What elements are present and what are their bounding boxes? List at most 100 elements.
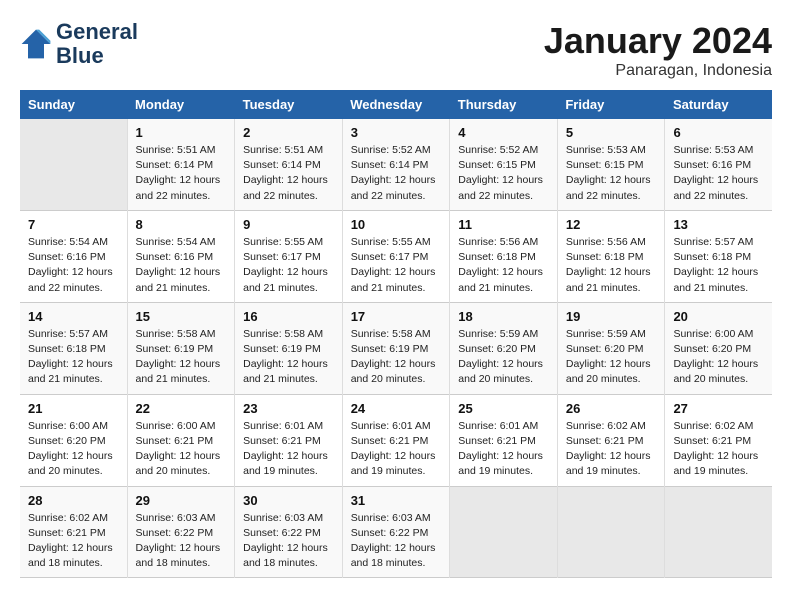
day-number: 11 <box>458 217 549 232</box>
day-cell: 10Sunrise: 5:55 AMSunset: 6:17 PMDayligh… <box>342 210 450 302</box>
week-row-3: 14Sunrise: 5:57 AMSunset: 6:18 PMDayligh… <box>20 302 772 394</box>
day-info: Sunrise: 5:51 AMSunset: 6:14 PMDaylight:… <box>243 143 334 204</box>
day-info: Sunrise: 5:52 AMSunset: 6:14 PMDaylight:… <box>351 143 442 204</box>
day-number: 6 <box>673 125 764 140</box>
day-number: 31 <box>351 493 442 508</box>
day-cell: 20 Sunrise: 6:00 AMSunset: 6:20 PMDayligh… <box>665 302 772 394</box>
day-cell <box>665 486 772 578</box>
day-cell: 6 Sunrise: 5:53 AMSunset: 6:16 PMDaylight… <box>665 119 772 210</box>
day-info: Sunrise: 6:02 AMSunset: 6:21 PMDaylight:… <box>673 419 764 480</box>
week-row-2: 7 Sunrise: 5:54 AMSunset: 6:16 PMDaylight… <box>20 210 772 302</box>
day-cell <box>557 486 665 578</box>
day-cell: 23 Sunrise: 6:01 AMSunset: 6:21 PMDayligh… <box>235 394 343 486</box>
day-cell: 16Sunrise: 5:58 AMSunset: 6:19 PMDayligh… <box>235 302 343 394</box>
day-number: 13 <box>673 217 764 232</box>
header-friday: Friday <box>557 90 665 119</box>
day-cell: 25 Sunrise: 6:01 AMSunset: 6:21 PMDayligh… <box>450 394 558 486</box>
day-info: Sunrise: 5:54 AMSunset: 6:16 PMDaylight:… <box>136 235 227 296</box>
day-info: Sunrise: 6:01 AMSunset: 6:21 PMDaylight:… <box>458 419 549 480</box>
title-block: January 2024 Panaragan, Indonesia <box>544 20 772 80</box>
day-info: Sunrise: 5:53 AMSunset: 6:16 PMDaylight:… <box>673 143 764 204</box>
day-number: 12 <box>566 217 657 232</box>
day-info: Sunrise: 5:54 AMSunset: 6:16 PMDaylight:… <box>28 235 119 296</box>
day-number: 8 <box>136 217 227 232</box>
day-info: Sunrise: 6:03 AMSunset: 6:22 PMDaylight:… <box>351 511 442 572</box>
day-number: 29 <box>136 493 227 508</box>
day-cell <box>450 486 558 578</box>
week-row-4: 21 Sunrise: 6:00 AMSunset: 6:20 PMDayligh… <box>20 394 772 486</box>
day-number: 24 <box>351 401 442 416</box>
day-number: 25 <box>458 401 549 416</box>
day-info: Sunrise: 5:59 AMSunset: 6:20 PMDaylight:… <box>458 327 549 388</box>
day-cell: 30 Sunrise: 6:03 AMSunset: 6:22 PMDayligh… <box>235 486 343 578</box>
logo-text: General Blue <box>56 20 138 68</box>
day-number: 3 <box>351 125 442 140</box>
day-number: 23 <box>243 401 334 416</box>
day-info: Sunrise: 5:56 AMSunset: 6:18 PMDaylight:… <box>566 235 657 296</box>
day-number: 15 <box>136 309 227 324</box>
day-info: Sunrise: 5:58 AMSunset: 6:19 PMDaylight:… <box>243 327 334 388</box>
day-info: Sunrise: 5:53 AMSunset: 6:15 PMDaylight:… <box>566 143 657 204</box>
week-row-1: 1Sunrise: 5:51 AMSunset: 6:14 PMDaylight… <box>20 119 772 210</box>
day-cell: 11 Sunrise: 5:56 AMSunset: 6:18 PMDayligh… <box>450 210 558 302</box>
day-info: Sunrise: 6:02 AMSunset: 6:21 PMDaylight:… <box>566 419 657 480</box>
day-info: Sunrise: 6:03 AMSunset: 6:22 PMDaylight:… <box>136 511 227 572</box>
day-cell: 26 Sunrise: 6:02 AMSunset: 6:21 PMDayligh… <box>557 394 665 486</box>
header-sunday: Sunday <box>20 90 127 119</box>
day-number: 2 <box>243 125 334 140</box>
day-info: Sunrise: 6:00 AMSunset: 6:20 PMDaylight:… <box>28 419 119 480</box>
day-cell: 17 Sunrise: 5:58 AMSunset: 6:19 PMDayligh… <box>342 302 450 394</box>
day-info: Sunrise: 5:55 AMSunset: 6:17 PMDaylight:… <box>351 235 442 296</box>
header-saturday: Saturday <box>665 90 772 119</box>
day-cell: 13Sunrise: 5:57 AMSunset: 6:18 PMDayligh… <box>665 210 772 302</box>
day-cell: 12 Sunrise: 5:56 AMSunset: 6:18 PMDayligh… <box>557 210 665 302</box>
day-number: 22 <box>136 401 227 416</box>
day-info: Sunrise: 6:02 AMSunset: 6:21 PMDaylight:… <box>28 511 119 572</box>
day-cell: 5 Sunrise: 5:53 AMSunset: 6:15 PMDaylight… <box>557 119 665 210</box>
day-info: Sunrise: 6:00 AMSunset: 6:20 PMDaylight:… <box>673 327 764 388</box>
day-cell: 3 Sunrise: 5:52 AMSunset: 6:14 PMDaylight… <box>342 119 450 210</box>
header-wednesday: Wednesday <box>342 90 450 119</box>
day-cell: 14Sunrise: 5:57 AMSunset: 6:18 PMDayligh… <box>20 302 127 394</box>
day-cell: 15 Sunrise: 5:58 AMSunset: 6:19 PMDayligh… <box>127 302 235 394</box>
day-cell: 8 Sunrise: 5:54 AMSunset: 6:16 PMDaylight… <box>127 210 235 302</box>
day-number: 20 <box>673 309 764 324</box>
day-info: Sunrise: 5:55 AMSunset: 6:17 PMDaylight:… <box>243 235 334 296</box>
day-number: 28 <box>28 493 119 508</box>
calendar-header-row: SundayMondayTuesdayWednesdayThursdayFrid… <box>20 90 772 119</box>
day-info: Sunrise: 5:56 AMSunset: 6:18 PMDaylight:… <box>458 235 549 296</box>
day-number: 21 <box>28 401 119 416</box>
day-info: Sunrise: 6:00 AMSunset: 6:21 PMDaylight:… <box>136 419 227 480</box>
day-info: Sunrise: 6:01 AMSunset: 6:21 PMDaylight:… <box>243 419 334 480</box>
day-cell: 7 Sunrise: 5:54 AMSunset: 6:16 PMDaylight… <box>20 210 127 302</box>
day-cell: 2 Sunrise: 5:51 AMSunset: 6:14 PMDaylight… <box>235 119 343 210</box>
day-info: Sunrise: 5:59 AMSunset: 6:20 PMDaylight:… <box>566 327 657 388</box>
calendar-subtitle: Panaragan, Indonesia <box>544 62 772 80</box>
day-cell: 9 Sunrise: 5:55 AMSunset: 6:17 PMDaylight… <box>235 210 343 302</box>
logo: General Blue <box>20 20 138 68</box>
day-cell: 1Sunrise: 5:51 AMSunset: 6:14 PMDaylight… <box>127 119 235 210</box>
day-number: 27 <box>673 401 764 416</box>
day-info: Sunrise: 6:03 AMSunset: 6:22 PMDaylight:… <box>243 511 334 572</box>
day-cell: 28 Sunrise: 6:02 AMSunset: 6:21 PMDayligh… <box>20 486 127 578</box>
day-number: 30 <box>243 493 334 508</box>
day-cell: 21 Sunrise: 6:00 AMSunset: 6:20 PMDayligh… <box>20 394 127 486</box>
day-info: Sunrise: 5:57 AMSunset: 6:18 PMDaylight:… <box>28 327 119 388</box>
day-number: 7 <box>28 217 119 232</box>
day-number: 17 <box>351 309 442 324</box>
day-cell: 18Sunrise: 5:59 AMSunset: 6:20 PMDayligh… <box>450 302 558 394</box>
header-tuesday: Tuesday <box>235 90 343 119</box>
day-cell: 31 Sunrise: 6:03 AMSunset: 6:22 PMDayligh… <box>342 486 450 578</box>
day-number: 26 <box>566 401 657 416</box>
day-cell: 24 Sunrise: 6:01 AMSunset: 6:21 PMDayligh… <box>342 394 450 486</box>
page-header: General Blue January 2024 Panaragan, Ind… <box>20 20 772 80</box>
day-number: 9 <box>243 217 334 232</box>
day-cell: 4Sunrise: 5:52 AMSunset: 6:15 PMDaylight… <box>450 119 558 210</box>
day-info: Sunrise: 5:58 AMSunset: 6:19 PMDaylight:… <box>351 327 442 388</box>
logo-icon <box>20 28 52 60</box>
day-info: Sunrise: 6:01 AMSunset: 6:21 PMDaylight:… <box>351 419 442 480</box>
day-info: Sunrise: 5:58 AMSunset: 6:19 PMDaylight:… <box>136 327 227 388</box>
day-number: 19 <box>566 309 657 324</box>
day-cell: 29 Sunrise: 6:03 AMSunset: 6:22 PMDayligh… <box>127 486 235 578</box>
day-number: 5 <box>566 125 657 140</box>
